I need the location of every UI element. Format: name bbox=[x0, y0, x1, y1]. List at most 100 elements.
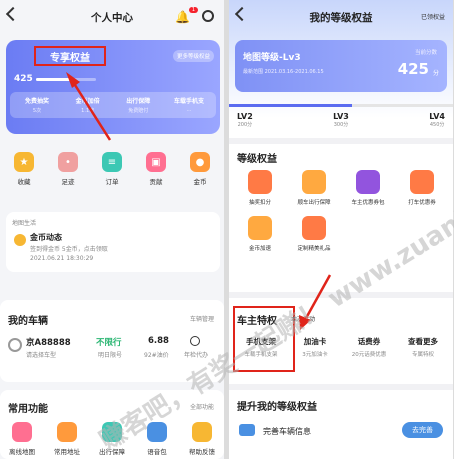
quick-label: 贡献 bbox=[149, 178, 163, 186]
quick-action[interactable]: ▣ 贡献 bbox=[136, 152, 176, 186]
perk-item[interactable]: 车主优惠券包 bbox=[341, 170, 395, 206]
common-functions-card: 常用功能 全部功能 离线地图 常用地址 出行保障 语音包 帮助反馈 bbox=[0, 390, 224, 459]
function-label: 离线地图 bbox=[9, 448, 35, 456]
stats-row: 免费抽奖 5次 金币加倍 1.1倍 出行保障 免费赔付 车载手机支... bbox=[10, 92, 216, 118]
perk-icon bbox=[302, 170, 326, 194]
stat-sub: ... bbox=[186, 107, 192, 113]
perk-item[interactable]: 定制精美礼品 bbox=[287, 216, 341, 252]
level-name: LV4 bbox=[429, 112, 445, 121]
stat-item[interactable]: 出行保障 免费赔付 bbox=[113, 96, 163, 114]
quick-icon: ▣ bbox=[146, 152, 166, 172]
bell-icon[interactable]: 🔔 bbox=[175, 10, 190, 24]
level-points: 200分 bbox=[237, 122, 253, 128]
inspection-label[interactable]: 年检代办 bbox=[184, 350, 208, 359]
perk-icon bbox=[356, 170, 380, 194]
stat-title: 免费抽奖 bbox=[24, 98, 49, 105]
owner-item-sub: 20元话费优惠 bbox=[351, 352, 387, 358]
back-icon[interactable] bbox=[234, 6, 250, 22]
quick-action[interactable]: ● 金币 bbox=[180, 152, 220, 186]
stat-item[interactable]: 车载手机支... bbox=[164, 96, 214, 114]
stat-item[interactable]: 金币加倍 1.1倍 bbox=[63, 96, 113, 114]
plate-sub: 请选择车型 bbox=[26, 352, 57, 359]
quick-label: 订单 bbox=[105, 178, 119, 186]
feed-date: 2021.06.21 18:30:29 bbox=[30, 255, 94, 262]
level-points: 450分 bbox=[429, 122, 445, 128]
page-title: 个人中心 bbox=[91, 11, 133, 24]
function-label: 语音包 bbox=[147, 448, 167, 456]
claimed-link[interactable]: 已领权益 bbox=[421, 12, 445, 21]
function-icon bbox=[147, 422, 167, 442]
settings-icon[interactable] bbox=[202, 10, 214, 22]
vehicle-title: 我的车辆 bbox=[8, 316, 48, 327]
stat-item[interactable]: 免费抽奖 5次 bbox=[12, 96, 62, 114]
car-info-icon bbox=[239, 424, 255, 436]
exclusive-title-box: 专享权益 bbox=[34, 46, 106, 66]
gray-gap bbox=[229, 138, 453, 144]
quick-action[interactable]: ≡ 订单 bbox=[92, 152, 132, 186]
left-panel: 个人中心 🔔 1 专享权益 更多等级权益 425 免费抽奖 5次 金币加倍 1.1倍出… bbox=[0, 0, 224, 459]
stat-title: 金币加倍 bbox=[75, 98, 100, 105]
owner-item[interactable]: 加油卡 3元加油卡 bbox=[289, 336, 341, 358]
perk-item[interactable]: 金币加速 bbox=[233, 216, 287, 252]
quick-actions: ★ 收藏 • 足迹 ≡ 订单 ▣ 贡献 ● 金币 bbox=[4, 152, 220, 186]
perk-label: 打车优惠券 bbox=[408, 200, 436, 206]
level-step: LV3 300分 bbox=[333, 112, 349, 128]
perk-item[interactable]: 抽奖扣分 bbox=[233, 170, 287, 206]
perk-icon bbox=[410, 170, 434, 194]
owner-item[interactable]: 话费券 20元话费优惠 bbox=[343, 336, 395, 358]
exclusive-card[interactable]: 专享权益 更多等级权益 425 免费抽奖 5次 金币加倍 1.1倍 出行保障 免费赔付 车载… bbox=[6, 40, 220, 134]
gray-gap bbox=[229, 384, 453, 390]
owner-tag: 本次活动 bbox=[291, 316, 316, 323]
quick-action[interactable]: • 足迹 bbox=[48, 152, 88, 186]
function-item[interactable]: 出行保障 bbox=[92, 422, 132, 456]
perk-grid: 抽奖扣分 顺车出行保障 车主优惠券包 打车优惠券金币加速 定制精美礼品 bbox=[233, 170, 449, 252]
owner-item-sub: 车载手机支架 bbox=[244, 352, 278, 358]
feed-card[interactable]: 地图生活 金币动态 签到得金币 5金币，点击领取 2021.06.21 18:3… bbox=[6, 212, 220, 272]
stat-sub: 免费赔付 bbox=[128, 108, 149, 114]
vehicle-card: 我的车辆 车辆管理 京A88888 请选择车型 不限行 明日限号 6.88 92… bbox=[0, 300, 224, 382]
perk-item[interactable]: 顺车出行保障 bbox=[287, 170, 341, 206]
level-date: 最新范围 2021.03.16-2021.06.15 bbox=[243, 69, 324, 75]
perk-label: 车主优惠券包 bbox=[351, 200, 385, 206]
owner-title: 车主特权 bbox=[237, 316, 277, 327]
owner-item-sub: 专属特权 bbox=[411, 352, 434, 358]
task-label: 完善车辆信息 bbox=[263, 427, 311, 436]
stat-sub: 5次 bbox=[32, 108, 42, 114]
function-item[interactable]: 常用地址 bbox=[47, 422, 87, 456]
function-item[interactable]: 帮助反馈 bbox=[182, 422, 222, 456]
function-icon bbox=[102, 422, 122, 442]
right-title-bar: 我的等级权益 已领权益 bbox=[229, 0, 453, 34]
owner-item[interactable]: 手机支架 车载手机支架 bbox=[235, 336, 287, 358]
score-label: 当前分数 bbox=[414, 50, 437, 56]
coin-icon bbox=[14, 234, 26, 246]
common-title: 常用功能 bbox=[8, 404, 48, 415]
plate-number[interactable]: 京A88888 bbox=[26, 336, 71, 348]
stat-sub: 1.1倍 bbox=[81, 108, 95, 114]
function-label: 帮助反馈 bbox=[189, 448, 215, 456]
owner-items: 手机支架 车载手机支架 加油卡 3元加油卡 话费券 20元话费优惠 查看更多 专属特权 bbox=[235, 336, 449, 358]
quick-action[interactable]: ★ 收藏 bbox=[4, 152, 44, 186]
owner-item-title: 查看更多 bbox=[408, 337, 438, 346]
function-item[interactable]: 语音包 bbox=[137, 422, 177, 456]
common-all-link[interactable]: 全部功能 bbox=[190, 402, 214, 411]
level-steps: LV2 200分 LV3 300分 LV4 450分 bbox=[229, 112, 453, 128]
level-track bbox=[229, 104, 453, 107]
function-icon bbox=[57, 422, 77, 442]
owner-item[interactable]: 查看更多 专属特权 bbox=[397, 336, 449, 358]
limit-value: 不限行 bbox=[96, 338, 122, 348]
task-button[interactable]: 去完善 bbox=[402, 422, 443, 438]
perk-label: 定制精美礼品 bbox=[297, 246, 331, 252]
points-progress-bar bbox=[36, 78, 96, 81]
notification-badge: 1 bbox=[188, 7, 198, 13]
more-level-link[interactable]: 更多等级权益 bbox=[172, 50, 214, 62]
level-card: 地图等级-Lv3 最新范围 2021.03.16-2021.06.15 当前分数… bbox=[235, 40, 447, 92]
quick-label: 收藏 bbox=[17, 178, 31, 186]
vehicle-manage-link[interactable]: 车辆管理 bbox=[190, 314, 214, 323]
gray-gap bbox=[229, 292, 453, 298]
exclusive-label: 专享权益 bbox=[50, 52, 90, 64]
quick-icon: ● bbox=[190, 152, 210, 172]
level-section-title: 等级权益 bbox=[237, 154, 277, 165]
perk-item[interactable]: 打车优惠券 bbox=[395, 170, 449, 206]
function-item[interactable]: 离线地图 bbox=[2, 422, 42, 456]
back-icon[interactable] bbox=[5, 6, 21, 22]
